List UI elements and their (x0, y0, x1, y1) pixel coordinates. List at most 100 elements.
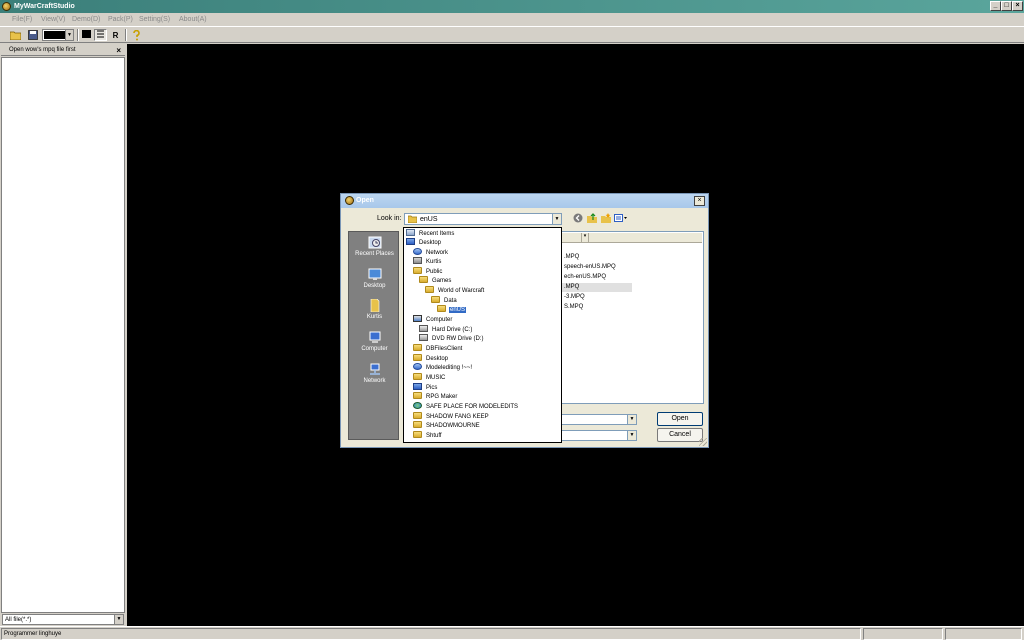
up-folder-icon[interactable] (586, 213, 597, 224)
close-button[interactable]: × (1012, 1, 1023, 11)
place-desktop[interactable]: Desktop (349, 268, 400, 289)
left-panel-title: Open wow's mpq file first (9, 47, 76, 53)
computer-icon (369, 331, 380, 343)
close-icon[interactable]: × (116, 46, 121, 55)
file-row[interactable]: S.MPQ (562, 303, 585, 312)
cancel-button[interactable]: Cancel (657, 428, 703, 442)
place-label: Recent Places (355, 251, 394, 257)
open-folder-icon[interactable] (9, 29, 22, 41)
file-row[interactable]: speech-enUS.MPQ (562, 263, 618, 272)
file-type-combo[interactable]: ▼ (559, 430, 637, 441)
pictures-icon (413, 383, 422, 390)
dropdown-item-modelediting[interactable]: Modelediting !~~! (413, 363, 473, 372)
dropdown-item-rpg-maker[interactable]: RPG Maker (413, 392, 458, 401)
file-filter-combo[interactable]: All file(*.*) ▼ (2, 614, 124, 625)
folder-icon (413, 344, 422, 351)
color-swatch (44, 31, 66, 39)
file-row-highlighted[interactable]: .MPQ (562, 283, 632, 292)
place-label: Computer (361, 346, 388, 352)
dropdown-item-dbfilesclient[interactable]: DBFilesClient (413, 344, 463, 353)
place-kurtis[interactable]: Kurtis (349, 299, 400, 320)
color-picker-combo[interactable]: ▼ (42, 29, 74, 41)
status-text: Programmer linghuye (1, 628, 861, 640)
dropdown-item-desktop-folder[interactable]: Desktop (413, 354, 449, 363)
menu-view[interactable]: View(V) (41, 16, 65, 23)
dropdown-item-hard-drive[interactable]: Hard Drive (C:) (419, 325, 473, 334)
menu-setting[interactable]: Setting(S) (139, 16, 170, 23)
app-icon[interactable] (2, 2, 11, 11)
place-network[interactable]: Network (349, 363, 400, 384)
user-folder-icon (413, 257, 422, 264)
file-name-combo[interactable]: ▼ (559, 414, 637, 425)
fill-icon[interactable] (80, 29, 93, 41)
open-button[interactable]: Open (657, 412, 703, 426)
dropdown-item-shadow-fang-keep[interactable]: SHADOW FANG KEEP (413, 412, 490, 421)
dropdown-item-public[interactable]: Public (413, 267, 443, 276)
dialog-title: Open (356, 197, 374, 204)
folder-icon (413, 267, 422, 274)
chevron-down-icon[interactable]: ▼ (65, 30, 73, 40)
dropdown-item-music[interactable]: MUSIC (413, 373, 446, 382)
dropdown-item-safe-place[interactable]: SAFE PLACE FOR MODELEDITS (413, 402, 519, 411)
dropdown-item-shtuff[interactable]: Shtuff (413, 431, 443, 440)
dropdown-item-data[interactable]: Data (431, 296, 458, 305)
r-button[interactable]: R (109, 29, 122, 41)
menu-pack[interactable]: Pack(P) (108, 16, 133, 23)
dropdown-item-computer[interactable]: Computer (413, 315, 453, 324)
lines-icon[interactable] (94, 29, 107, 41)
chevron-down-icon[interactable]: ▼ (552, 214, 561, 224)
look-in-value: enUS (420, 216, 438, 223)
dialog-close-button[interactable]: × (694, 196, 705, 206)
place-recent-places[interactable]: Recent Places (349, 236, 400, 257)
save-icon[interactable] (26, 29, 39, 41)
minimize-button[interactable]: _ (990, 1, 1001, 11)
dropdown-item-recent-items[interactable]: Recent Items (406, 229, 455, 238)
chevron-down-icon[interactable]: ▾ (581, 233, 589, 242)
menu-about[interactable]: About(A) (179, 16, 207, 23)
look-in-dropdown: Recent Items Desktop Network Kurtis Publ… (403, 227, 562, 443)
file-row[interactable]: -3.MPQ (562, 293, 587, 302)
status-pane (945, 628, 1022, 640)
chevron-down-icon[interactable]: ▼ (114, 615, 123, 624)
dropdown-item-kurtis[interactable]: Kurtis (413, 257, 442, 266)
toolbar-separator (125, 29, 127, 41)
dropdown-item-enus[interactable]: enUS (437, 305, 467, 314)
status-pane (863, 628, 943, 640)
globe-icon (413, 402, 422, 409)
new-folder-icon[interactable] (600, 213, 611, 224)
dropdown-item-desktop[interactable]: Desktop (406, 238, 442, 247)
file-filter-value: All file(*.*) (5, 617, 32, 623)
window-title: MyWarCraftStudio (14, 3, 75, 10)
view-menu-icon[interactable] (614, 213, 628, 224)
left-panel-header: Open wow's mpq file first × (1, 45, 125, 56)
chevron-down-icon[interactable]: ▼ (627, 431, 636, 440)
maximize-button[interactable]: □ (1001, 1, 1012, 11)
dropdown-item-games[interactable]: Games (419, 276, 452, 285)
resize-grip[interactable] (699, 438, 707, 446)
dropdown-item-shadowmourne[interactable]: SHADOWMOURNE (413, 421, 481, 430)
help-icon[interactable] (130, 29, 143, 41)
folder-icon (413, 421, 422, 428)
menu-demo[interactable]: Demo(D) (72, 16, 100, 23)
place-computer[interactable]: Computer (349, 331, 400, 352)
menu-file[interactable]: File(F) (12, 16, 32, 23)
file-tree[interactable] (1, 57, 125, 613)
dropdown-item-dvd-drive[interactable]: DVD RW Drive (D:) (419, 334, 485, 343)
network-folder-icon (413, 363, 422, 370)
user-folder-icon (370, 299, 379, 312)
dropdown-item-network[interactable]: Network (413, 248, 449, 257)
file-row[interactable]: .MPQ (562, 253, 581, 262)
network-icon (413, 248, 422, 255)
chevron-down-icon[interactable]: ▼ (627, 415, 636, 424)
file-row[interactable]: ech-enUS.MPQ (562, 273, 608, 282)
back-icon[interactable] (572, 213, 583, 224)
look-in-label: Look in: (377, 215, 402, 222)
look-in-combo[interactable]: enUS ▼ (404, 213, 562, 225)
dropdown-item-pics[interactable]: Pics (413, 383, 438, 392)
network-icon (369, 363, 380, 375)
folder-icon (437, 305, 446, 312)
left-panel: Open wow's mpq file first × All file(*.*… (0, 44, 126, 626)
dropdown-item-world-of-warcraft[interactable]: World of Warcraft (425, 286, 485, 295)
status-bar: Programmer linghuye (0, 626, 1024, 640)
place-label: Kurtis (366, 314, 383, 320)
